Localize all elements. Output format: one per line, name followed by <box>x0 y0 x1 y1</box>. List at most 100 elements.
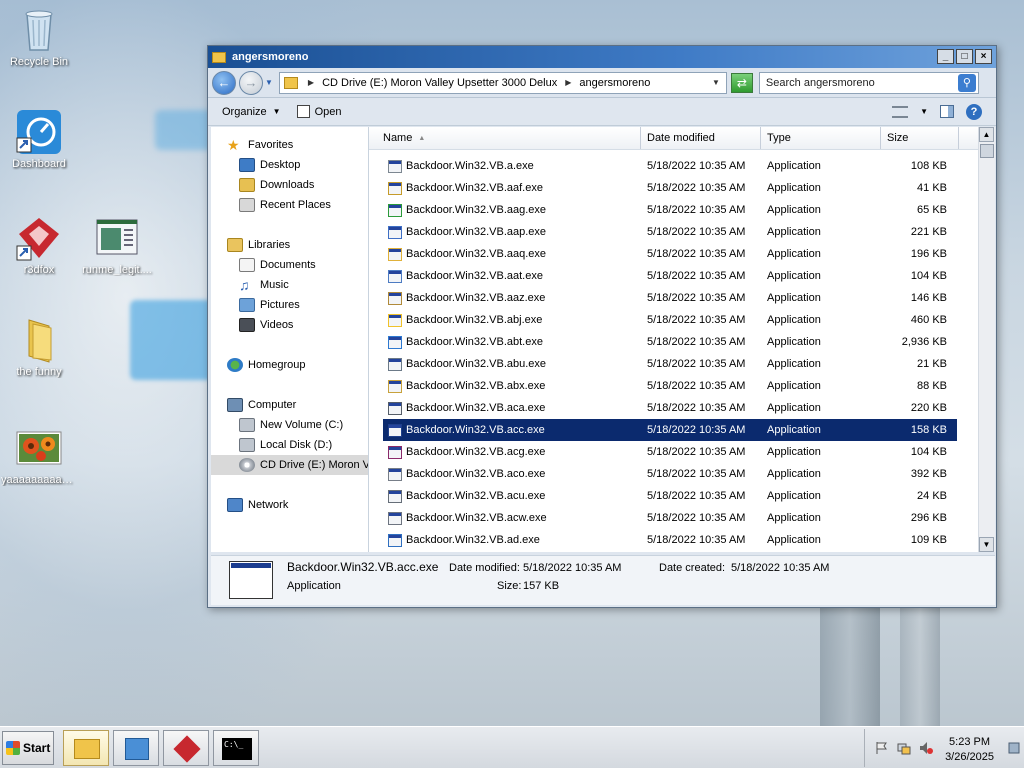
preview-pane-icon[interactable] <box>940 105 954 118</box>
file-row[interactable]: Backdoor.Win32.VB.aca.exe 5/18/2022 10:35… <box>383 397 957 419</box>
action-center-flag-icon[interactable] <box>875 741 889 755</box>
explorer-window[interactable]: angersmoreno _ □ × ← → ▼ ▶ CD Drive (E:)… <box>207 45 997 608</box>
taskbar-cmd-button[interactable]: C:\_ <box>213 730 259 766</box>
file-row[interactable]: Backdoor.Win32.VB.aap.exe 5/18/2022 10:35… <box>383 221 957 243</box>
desktop-icon-the-funny[interactable]: the funny <box>1 316 77 378</box>
nav-downloads[interactable]: Downloads <box>211 175 368 195</box>
file-row[interactable]: Backdoor.Win32.VB.abt.exe 5/18/2022 10:35… <box>383 331 957 353</box>
breadcrumb-angersmoreno[interactable]: angersmoreno <box>579 77 650 89</box>
file-row[interactable]: Backdoor.Win32.VB.aaq.exe 5/18/2022 10:35… <box>383 243 957 265</box>
show-desktop-icon[interactable] <box>1008 741 1020 755</box>
file-row[interactable]: Backdoor.Win32.VB.abx.exe 5/18/2022 10:35… <box>383 375 957 397</box>
file-type: Application <box>767 424 821 436</box>
scroll-thumb[interactable] <box>980 144 994 158</box>
search-icon[interactable]: ⚲ <box>957 73 976 92</box>
organize-button[interactable]: Organize ▼ <box>222 106 281 118</box>
nav-local-disk-d[interactable]: Local Disk (D:) <box>211 435 368 455</box>
column-header-date[interactable]: Date modified <box>641 127 761 149</box>
back-button[interactable]: ← <box>212 70 236 95</box>
file-row[interactable]: Backdoor.Win32.VB.aag.exe 5/18/2022 10:35… <box>383 199 957 221</box>
file-row[interactable]: Backdoor.Win32.VB.acg.exe 5/18/2022 10:35… <box>383 441 957 463</box>
change-view-icon[interactable] <box>892 105 909 118</box>
volume-muted-icon[interactable] <box>919 741 933 755</box>
column-header-type[interactable]: Type <box>761 127 881 149</box>
exe-file-icon <box>388 401 402 415</box>
start-label: Start <box>23 741 51 755</box>
desktop-icon <box>239 158 255 172</box>
nav-favorites[interactable]: ★ Favorites <box>211 135 368 155</box>
search-input[interactable]: Search angersmoreno ⚲ <box>758 71 979 94</box>
open-icon <box>296 105 310 118</box>
file-size: 221 KB <box>910 226 947 238</box>
desktop-icon-r3dfox[interactable]: r3dfox <box>1 214 77 276</box>
folder-icon <box>283 76 298 89</box>
nav-videos[interactable]: Videos <box>211 315 368 335</box>
file-row[interactable]: Backdoor.Win32.VB.aco.exe 5/18/2022 10:35… <box>383 463 957 485</box>
file-type: Application <box>767 204 821 216</box>
recent-pages-dropdown[interactable]: ▼ <box>265 78 273 87</box>
file-row[interactable]: Backdoor.Win32.VB.ad.exe 5/18/2022 10:35 … <box>383 529 957 551</box>
file-list-pane: Name ▲ Date modified Type Size Backdoor.… <box>369 127 995 552</box>
file-row[interactable]: Backdoor.Win32.VB.aaf.exe 5/18/2022 10:35… <box>383 177 957 199</box>
close-button[interactable]: × <box>975 49 992 64</box>
vertical-scrollbar[interactable]: ▲ ▼ <box>978 127 995 552</box>
file-type: Application <box>767 270 821 282</box>
downloads-icon <box>239 178 255 192</box>
file-name-cell: Backdoor.Win32.VB.abx.exe <box>383 379 641 393</box>
desktop-icon-recycle-bin[interactable]: Recycle Bin <box>1 6 77 68</box>
view-dropdown-icon[interactable]: ▼ <box>920 107 928 116</box>
nav-music[interactable]: ♫ Music <box>211 275 368 295</box>
drive-icon <box>239 438 255 452</box>
chevron-right-icon[interactable]: ▶ <box>565 78 571 87</box>
column-header-name[interactable]: Name ▲ <box>369 127 641 149</box>
address-field[interactable]: ▶ CD Drive (E:) Moron Valley Upsetter 30… <box>278 71 727 94</box>
address-dropdown-icon[interactable]: ▼ <box>712 78 720 87</box>
nav-pictures[interactable]: Pictures <box>211 295 368 315</box>
taskbar-r3dfox-button[interactable] <box>163 730 209 766</box>
help-icon[interactable]: ? <box>966 103 982 120</box>
desktop-icon-dashboard[interactable]: Dashboard <box>1 108 77 170</box>
title-bar[interactable]: angersmoreno _ □ × <box>208 46 996 68</box>
file-row[interactable]: Backdoor.Win32.VB.aat.exe 5/18/2022 10:35… <box>383 265 957 287</box>
nav-libraries[interactable]: Libraries <box>211 235 368 255</box>
column-header-size[interactable]: Size <box>881 127 959 149</box>
refresh-button[interactable]: ⇄ <box>730 72 753 93</box>
desktop-icon-yaaaa[interactable]: yaaaaaaaaaa.... <box>1 424 77 486</box>
nav-new-volume-c[interactable]: New Volume (C:) <box>211 415 368 435</box>
open-button[interactable]: Open <box>296 105 341 118</box>
nav-network[interactable]: Network <box>211 495 368 515</box>
scroll-down-button[interactable]: ▼ <box>979 537 994 552</box>
scroll-up-button[interactable]: ▲ <box>979 127 994 142</box>
taskbar-server-manager-button[interactable] <box>113 730 159 766</box>
nav-documents[interactable]: Documents <box>211 255 368 275</box>
desktop-icon-runme-legit[interactable]: runme_legit.... <box>78 214 156 276</box>
desktop-icon-label: the funny <box>16 366 62 378</box>
taskbar-explorer-button[interactable] <box>63 730 109 766</box>
nav-homegroup[interactable]: Homegroup <box>211 355 368 375</box>
nav-computer[interactable]: Computer <box>211 395 368 415</box>
nav-recent-places[interactable]: Recent Places <box>211 195 368 215</box>
file-row[interactable]: Backdoor.Win32.VB.acu.exe 5/18/2022 10:35… <box>383 485 957 507</box>
breadcrumb-cd-drive[interactable]: CD Drive (E:) Moron Valley Upsetter 3000… <box>322 77 557 89</box>
file-row[interactable]: Backdoor.Win32.VB.acw.exe 5/18/2022 10:35… <box>383 507 957 529</box>
chevron-right-icon[interactable]: ▶ <box>308 78 314 87</box>
file-row[interactable]: Backdoor.Win32.VB.a.exe 5/18/2022 10:35 A… <box>383 155 957 177</box>
file-row[interactable]: Backdoor.Win32.VB.abu.exe 5/18/2022 10:35… <box>383 353 957 375</box>
file-row[interactable]: Backdoor.Win32.VB.aaz.exe 5/18/2022 10:35… <box>383 287 957 309</box>
server-manager-icon <box>125 738 149 760</box>
minimize-button[interactable]: _ <box>937 49 954 64</box>
network-tray-icon[interactable] <box>897 741 911 755</box>
column-label: Name <box>383 132 413 144</box>
nav-cd-drive-e[interactable]: CD Drive (E:) Moron Valley Upsetter 3000… <box>211 455 368 475</box>
nav-label: Computer <box>248 399 297 411</box>
file-row[interactable]: Backdoor.Win32.VB.abj.exe 5/18/2022 10:35… <box>383 309 957 331</box>
clock[interactable]: 5:23 PM 3/26/2025 <box>945 735 994 765</box>
maximize-button[interactable]: □ <box>956 49 973 64</box>
start-button[interactable]: Start <box>2 731 54 765</box>
r3dfox-browser-icon <box>15 214 63 262</box>
forward-button[interactable]: → <box>239 70 263 95</box>
file-row[interactable]: Backdoor.Win32.VB.acc.exe 5/18/2022 10:35… <box>383 419 957 441</box>
exe-file-icon <box>388 445 402 459</box>
nav-desktop[interactable]: Desktop <box>211 155 368 175</box>
recycle-bin-icon <box>15 6 63 54</box>
